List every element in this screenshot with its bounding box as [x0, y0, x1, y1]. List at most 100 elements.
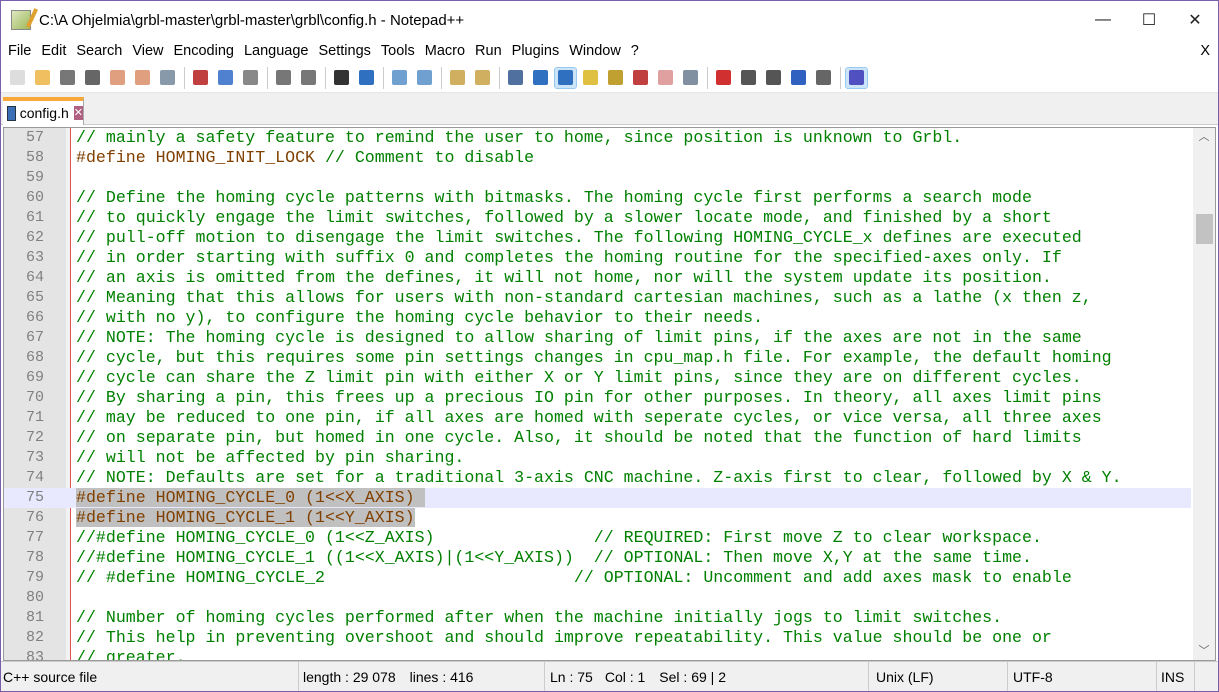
save-icon[interactable]: [57, 68, 78, 88]
menu-macro[interactable]: Macro: [425, 43, 465, 59]
function-list-icon-glyph: [633, 69, 648, 85]
menu-view[interactable]: View: [132, 43, 163, 59]
menu-tools[interactable]: Tools: [381, 43, 415, 59]
menu-window[interactable]: Window: [569, 43, 621, 59]
paste-icon[interactable]: [240, 68, 261, 88]
udl-icon[interactable]: [580, 68, 601, 88]
code-line[interactable]: 64 // an axis is omitted from the defines…: [4, 268, 1191, 288]
open-file-icon[interactable]: [32, 68, 53, 88]
code-line[interactable]: 75 #define HOMING_CYCLE_0 (1<<X_AXIS): [4, 488, 1191, 508]
code-line[interactable]: 82 // This help in preventing overshoot a…: [4, 628, 1191, 648]
code-line[interactable]: 76 #define HOMING_CYCLE_1 (1<<Y_AXIS): [4, 508, 1191, 528]
scrollbar-thumb[interactable]: [1196, 214, 1213, 244]
line-number: 80: [25, 589, 44, 606]
code-line[interactable]: 71 // may be reduced to one pin, if all a…: [4, 408, 1191, 428]
zoom-out-icon[interactable]: [414, 68, 435, 88]
comment-token: //#define HOMING_CYCLE_0 (1<<Z_AXIS) // …: [76, 528, 1042, 547]
menu-plugins[interactable]: Plugins: [512, 43, 560, 59]
code-text: // with no y), to configure the homing c…: [76, 308, 763, 328]
line-number: 64: [25, 269, 44, 286]
line-number: 76: [25, 509, 44, 526]
menu-run[interactable]: Run: [475, 43, 502, 59]
comment-token: // cycle can share the Z limit pin with …: [76, 368, 1082, 387]
copy-icon[interactable]: [215, 68, 236, 88]
function-list-icon[interactable]: [630, 68, 651, 88]
code-line[interactable]: 80: [4, 588, 1191, 608]
stop-macro-icon[interactable]: [738, 68, 759, 88]
code-line[interactable]: 72 // on separate pin, but homed in one c…: [4, 428, 1191, 448]
code-line[interactable]: 69 // cycle can share the Z limit pin wit…: [4, 368, 1191, 388]
code-line[interactable]: 83 // greater.: [4, 648, 1191, 660]
menu-edit[interactable]: Edit: [41, 43, 66, 59]
menu-search[interactable]: Search: [76, 43, 122, 59]
scroll-up-icon[interactable]: ︿: [1193, 128, 1215, 146]
save-all-icon[interactable]: [82, 68, 103, 88]
monitor-icon[interactable]: [680, 68, 701, 88]
code-line[interactable]: 68 // cycle, but this requires some pin s…: [4, 348, 1191, 368]
spell-check-icon[interactable]: [845, 66, 868, 89]
code-line[interactable]: 81 // Number of homing cycles performed a…: [4, 608, 1191, 628]
code-line[interactable]: 73 // will not be affected by pin sharing…: [4, 448, 1191, 468]
vertical-scrollbar[interactable]: ︿ ﹀: [1193, 128, 1215, 660]
zoom-in-icon[interactable]: [389, 68, 410, 88]
status-length: length : 29 078: [303, 668, 396, 685]
tab-close-button[interactable]: ✕: [73, 106, 83, 120]
folder-workspace-icon[interactable]: [655, 68, 676, 88]
menu-language[interactable]: Language: [244, 43, 309, 59]
save-macro-icon[interactable]: [813, 68, 834, 88]
code-line[interactable]: 57 // mainly a safety feature to remind t…: [4, 128, 1191, 148]
close-window-button[interactable]: ✕: [1172, 10, 1218, 30]
code-line[interactable]: 59: [4, 168, 1191, 188]
indent-guide-icon[interactable]: [554, 66, 577, 89]
sync-horizontal-icon[interactable]: [472, 68, 493, 88]
window-title: C:\A Ohjelmia\grbl-master\grbl-master\gr…: [39, 11, 465, 29]
print-icon[interactable]: [157, 68, 178, 88]
close-document-button[interactable]: X: [1200, 43, 1210, 59]
menu-settings[interactable]: Settings: [318, 43, 370, 59]
code-line[interactable]: 66 // with no y), to configure the homing…: [4, 308, 1191, 328]
code-line[interactable]: 63 // in order starting with suffix 0 and…: [4, 248, 1191, 268]
code-text: // NOTE: The homing cycle is designed to…: [76, 328, 1082, 348]
line-number: 60: [25, 189, 44, 206]
redo-icon[interactable]: [298, 68, 319, 88]
show-all-chars-icon[interactable]: [530, 68, 551, 88]
doc-map-icon[interactable]: [605, 68, 626, 88]
minimize-button[interactable]: —: [1080, 11, 1126, 29]
undo-icon[interactable]: [273, 68, 294, 88]
scroll-down-icon[interactable]: ﹀: [1193, 642, 1215, 660]
code-line[interactable]: 70 // By sharing a pin, this frees up a p…: [4, 388, 1191, 408]
tab-config-h[interactable]: config.h ✕: [3, 97, 84, 125]
close-all-icon[interactable]: [132, 68, 153, 88]
comment-token: // may be reduced to one pin, if all axe…: [76, 408, 1102, 427]
find-icon[interactable]: [331, 68, 352, 88]
cut-icon[interactable]: [190, 68, 211, 88]
menu-help[interactable]: ?: [631, 43, 639, 59]
code-line[interactable]: 65 // Meaning that this allows for users …: [4, 288, 1191, 308]
code-line[interactable]: 74 // NOTE: Defaults are set for a tradit…: [4, 468, 1191, 488]
sync-vertical-icon[interactable]: [447, 68, 468, 88]
line-number: 62: [25, 229, 44, 246]
replace-icon[interactable]: [356, 68, 377, 88]
play-macro-icon[interactable]: [763, 68, 784, 88]
code-line[interactable]: 60 // Define the homing cycle patterns wi…: [4, 188, 1191, 208]
code-editor[interactable]: 57 // mainly a safety feature to remind t…: [3, 127, 1216, 661]
menu-file[interactable]: File: [8, 43, 31, 59]
code-line[interactable]: 62 // pull-off motion to disengage the li…: [4, 228, 1191, 248]
code-line[interactable]: 61 // to quickly engage the limit switche…: [4, 208, 1191, 228]
run-macro-multiple-icon[interactable]: [788, 68, 809, 88]
menu-encoding[interactable]: Encoding: [174, 43, 234, 59]
code-line[interactable]: 79 // #define HOMING_CYCLE_2 // OPTIONAL:…: [4, 568, 1191, 588]
close-icon[interactable]: [107, 68, 128, 88]
cut-icon-glyph: [193, 69, 208, 85]
code-line[interactable]: 58 #define HOMING_INIT_LOCK // Comment to…: [4, 148, 1191, 168]
code-line[interactable]: 67 // NOTE: The homing cycle is designed …: [4, 328, 1191, 348]
comment-token: // pull-off motion to disengage the limi…: [76, 228, 1082, 247]
record-macro-icon[interactable]: [713, 68, 734, 88]
code-line[interactable]: 77 //#define HOMING_CYCLE_0 (1<<Z_AXIS) /…: [4, 528, 1191, 548]
word-wrap-icon[interactable]: [505, 68, 526, 88]
maximize-button[interactable]: ☐: [1126, 10, 1172, 30]
new-file-icon[interactable]: [7, 68, 28, 88]
code-line[interactable]: 78 //#define HOMING_CYCLE_1 ((1<<X_AXIS)|…: [4, 548, 1191, 568]
code-text: // may be reduced to one pin, if all axe…: [76, 408, 1102, 428]
print-icon-glyph: [160, 69, 175, 85]
